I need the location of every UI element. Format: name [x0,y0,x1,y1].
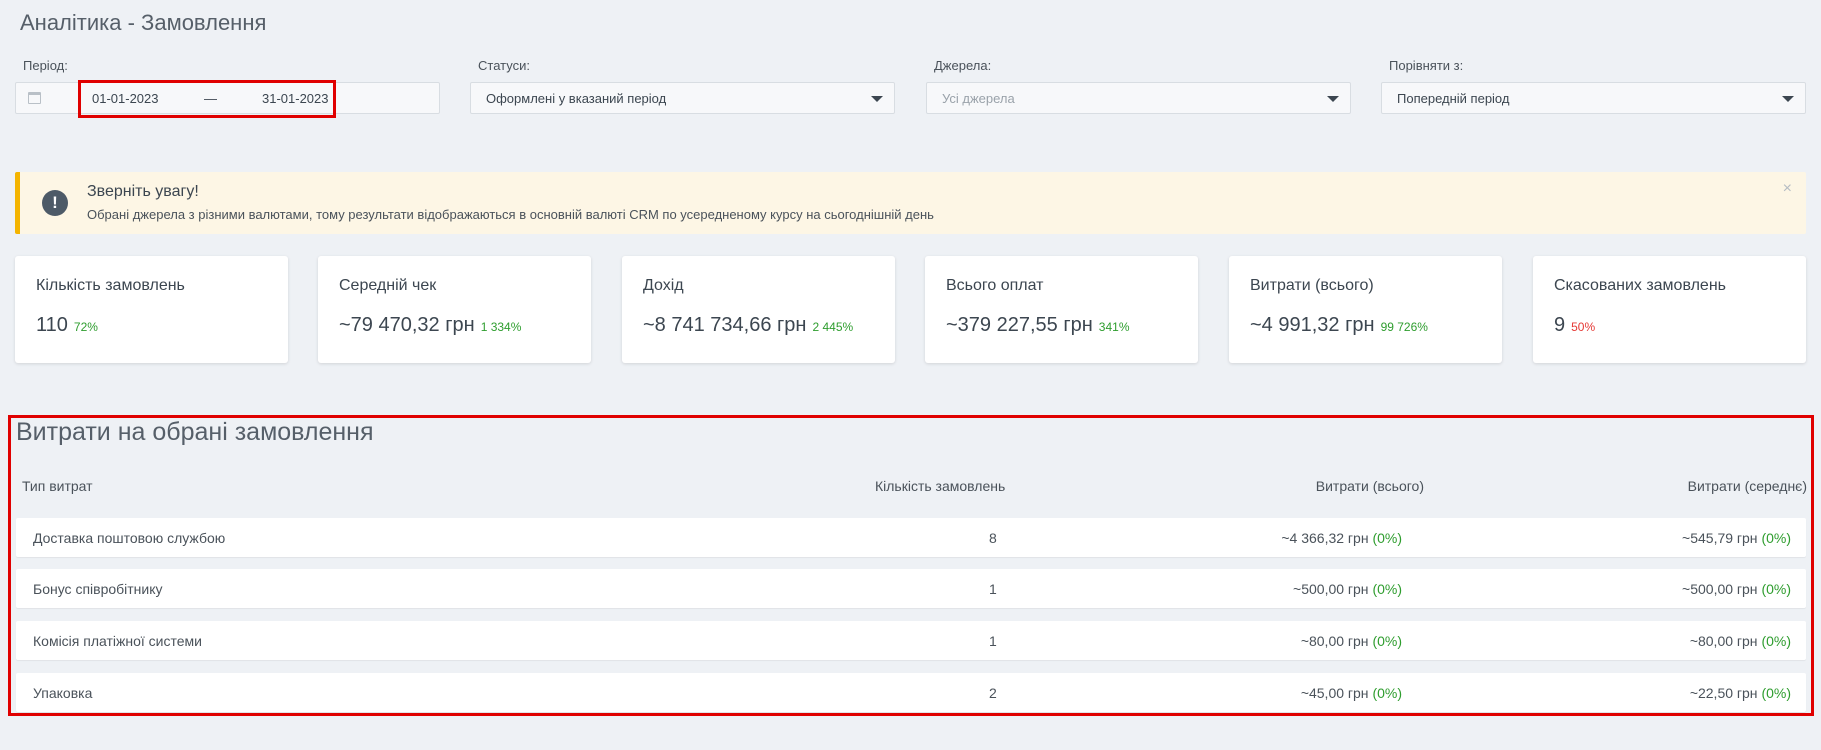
expenses-section: Витрати на обрані замовлення Тип витрат … [8,415,1814,716]
table-row: Доставка поштовою службою 8 ~4 366,32 гр… [16,518,1806,557]
column-header-average: Витрати (середнє) [1687,478,1807,494]
kpi-card-expenses-total: Витрати (всього) ~4 991,32 грн 99 726% [1229,256,1502,363]
sources-placeholder: Усі джерела [942,91,1015,106]
sources-label: Джерела: [934,58,992,73]
kpi-change: 99 726% [1380,320,1428,334]
expense-total: ~45,00 грн (0%) [1300,685,1402,701]
orders-count: 8 [989,530,997,546]
expense-average: ~80,00 грн (0%) [1689,633,1791,649]
kpi-value: ~4 991,32 грн 99 726% [1250,314,1428,336]
chevron-down-icon[interactable] [1782,96,1794,102]
kpi-change: 1 334% [480,320,522,334]
kpi-value: ~379 227,55 грн 341% [946,314,1130,336]
compare-label: Порівняти з: [1389,58,1464,73]
sources-select[interactable]: Усі джерела [926,82,1351,114]
close-icon[interactable]: × [1783,180,1792,198]
kpi-value: 9 50% [1554,314,1596,336]
kpi-label: Дохід [643,277,684,294]
date-range-highlight [78,80,336,118]
kpi-value: 110 72% [36,314,98,336]
period-date-range[interactable]: 01-01-2023 — 31-01-2023 [15,80,440,118]
exclamation-icon: ! [42,190,68,216]
kpi-change: 341% [1098,320,1130,334]
chevron-down-icon[interactable] [1327,96,1339,102]
kpi-card-orders-count: Кількість замовлень 110 72% [15,256,288,363]
page-title: Аналітика - Замовлення [20,10,267,35]
expense-average: ~545,79 грн (0%) [1682,530,1791,546]
kpi-cards: Кількість замовлень 110 72% Середній чек … [15,256,1806,363]
orders-count: 1 [989,633,997,649]
statuses-select[interactable]: Оформлені у вказаний період [470,82,895,114]
kpi-card-income: Дохід ~8 741 734,66 грн 2 445% [622,256,895,363]
kpi-change: 72% [73,320,98,334]
kpi-card-cancelled-orders: Скасованих замовлень 9 50% [1533,256,1806,363]
section-title: Витрати на обрані замовлення [16,418,374,446]
compare-value: Попередній період [1397,91,1510,106]
alert-text: Обрані джерела з різними валютами, тому … [87,207,934,222]
kpi-change: 2 445% [812,320,854,334]
alert-title: Зверніть увагу! [87,183,199,200]
expense-total: ~80,00 грн (0%) [1300,633,1402,649]
expense-type: Комісія платіжної системи [33,633,202,649]
kpi-value: ~8 741 734,66 грн 2 445% [643,314,854,336]
currency-alert: ! Зверніть увагу! Обрані джерела з різни… [15,172,1806,234]
kpi-value: ~79 470,32 грн 1 334% [339,314,522,336]
kpi-card-total-payments: Всього оплат ~379 227,55 грн 341% [925,256,1198,363]
chevron-down-icon[interactable] [871,96,883,102]
kpi-card-average-check: Середній чек ~79 470,32 грн 1 334% [318,256,591,363]
expense-total: ~500,00 грн (0%) [1293,581,1402,597]
compare-select[interactable]: Попередній період [1381,82,1806,114]
table-row: Упаковка 2 ~45,00 грн (0%) ~22,50 грн (0… [16,673,1806,712]
column-header-type: Тип витрат [22,478,93,494]
expense-type: Доставка поштовою службою [33,530,226,546]
kpi-label: Кількість замовлень [36,277,185,294]
table-row: Комісія платіжної системи 1 ~80,00 грн (… [16,621,1806,660]
expense-average: ~22,50 грн (0%) [1689,685,1791,701]
column-header-count: Кількість замовлень [875,478,1006,494]
kpi-label: Скасованих замовлень [1554,277,1726,294]
orders-count: 2 [989,685,997,701]
filters-bar: Період: 01-01-2023 — 31-01-2023 Статуси:… [15,58,1806,118]
kpi-change: 50% [1571,320,1596,334]
calendar-icon[interactable] [28,92,41,104]
period-label: Період: [23,58,68,73]
expense-total: ~4 366,32 грн (0%) [1281,530,1402,546]
orders-count: 1 [989,581,997,597]
kpi-label: Середній чек [339,277,437,294]
kpi-label: Витрати (всього) [1250,277,1374,294]
expense-type: Бонус співробітнику [33,581,163,597]
expense-average: ~500,00 грн (0%) [1682,581,1791,597]
statuses-label: Статуси: [478,58,530,73]
statuses-value: Оформлені у вказаний період [486,91,667,106]
column-header-total: Витрати (всього) [1315,478,1424,494]
table-row: Бонус співробітнику 1 ~500,00 грн (0%) ~… [16,569,1806,608]
kpi-label: Всього оплат [946,277,1044,294]
expense-type: Упаковка [33,685,93,701]
